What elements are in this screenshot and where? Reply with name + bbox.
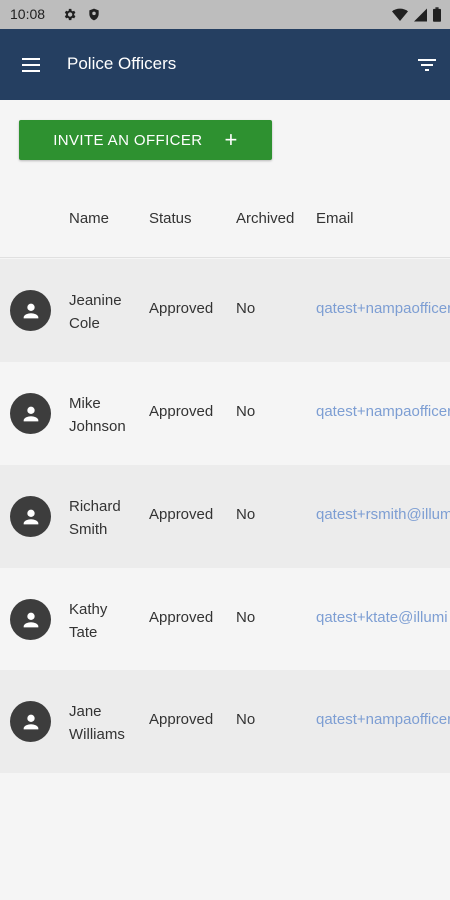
officer-archived: No	[236, 300, 256, 317]
avatar-icon	[10, 701, 51, 742]
officer-archived: No	[236, 506, 256, 523]
officer-email-link[interactable]: qatest+ktate@illumi	[316, 609, 448, 626]
table-row[interactable]: Kathy Tate Approved No qatest+ktate@illu…	[0, 568, 450, 671]
officer-status: Approved	[149, 506, 214, 523]
app-bar: Police Officers	[0, 29, 450, 100]
wifi-icon	[392, 8, 408, 22]
officer-email-link[interactable]: qatest+nampaofficer	[316, 711, 450, 728]
table-row[interactable]: Jeanine Cole Approved No qatest+nampaoff…	[0, 259, 450, 362]
officer-email-link[interactable]: qatest+nampaofficer	[316, 300, 450, 317]
shield-icon	[87, 7, 101, 22]
signal-icon	[414, 8, 427, 22]
officer-archived: No	[236, 711, 256, 728]
table-row[interactable]: Mike Johnson Approved No qatest+nampaoff…	[0, 362, 450, 465]
invite-officer-label: INVITE AN OFFICER	[53, 131, 203, 149]
status-bar: 10:08	[0, 0, 450, 29]
table-row[interactable]: Jane Williams Approved No qatest+nampaof…	[0, 670, 450, 773]
officer-name: Kathy Tate	[69, 601, 108, 641]
officer-status: Approved	[149, 609, 214, 626]
column-header-status[interactable]: Status	[149, 210, 192, 227]
status-time: 10:08	[10, 6, 46, 22]
table-header: Name Status Archived Email	[0, 200, 450, 258]
officer-email-link[interactable]: qatest+rsmith@illum	[316, 506, 450, 523]
officer-status: Approved	[149, 300, 214, 317]
table-row[interactable]: Richard Smith Approved No qatest+rsmith@…	[0, 465, 450, 568]
column-header-email[interactable]: Email	[316, 210, 354, 227]
officer-name: Jeanine Cole	[69, 292, 122, 332]
column-header-name[interactable]: Name	[69, 210, 109, 227]
officer-archived: No	[236, 403, 256, 420]
invite-officer-button[interactable]: INVITE AN OFFICER +	[19, 120, 272, 160]
avatar-icon	[10, 496, 51, 537]
plus-icon: +	[224, 127, 238, 152]
battery-icon	[433, 7, 441, 22]
avatar-icon	[10, 290, 51, 331]
menu-icon[interactable]	[19, 53, 43, 77]
officer-status: Approved	[149, 711, 214, 728]
avatar-icon	[10, 599, 51, 640]
officer-status: Approved	[149, 403, 214, 420]
gear-icon	[62, 7, 77, 22]
officer-name: Richard Smith	[69, 498, 121, 538]
filter-icon[interactable]	[415, 53, 439, 77]
column-header-archived[interactable]: Archived	[236, 210, 294, 227]
page-title: Police Officers	[67, 54, 177, 73]
avatar-icon	[10, 393, 51, 434]
officer-email-link[interactable]: qatest+nampaofficer	[316, 403, 450, 420]
officer-name: Jane Williams	[69, 703, 125, 743]
officer-archived: No	[236, 609, 256, 626]
officer-name: Mike Johnson	[69, 395, 126, 435]
